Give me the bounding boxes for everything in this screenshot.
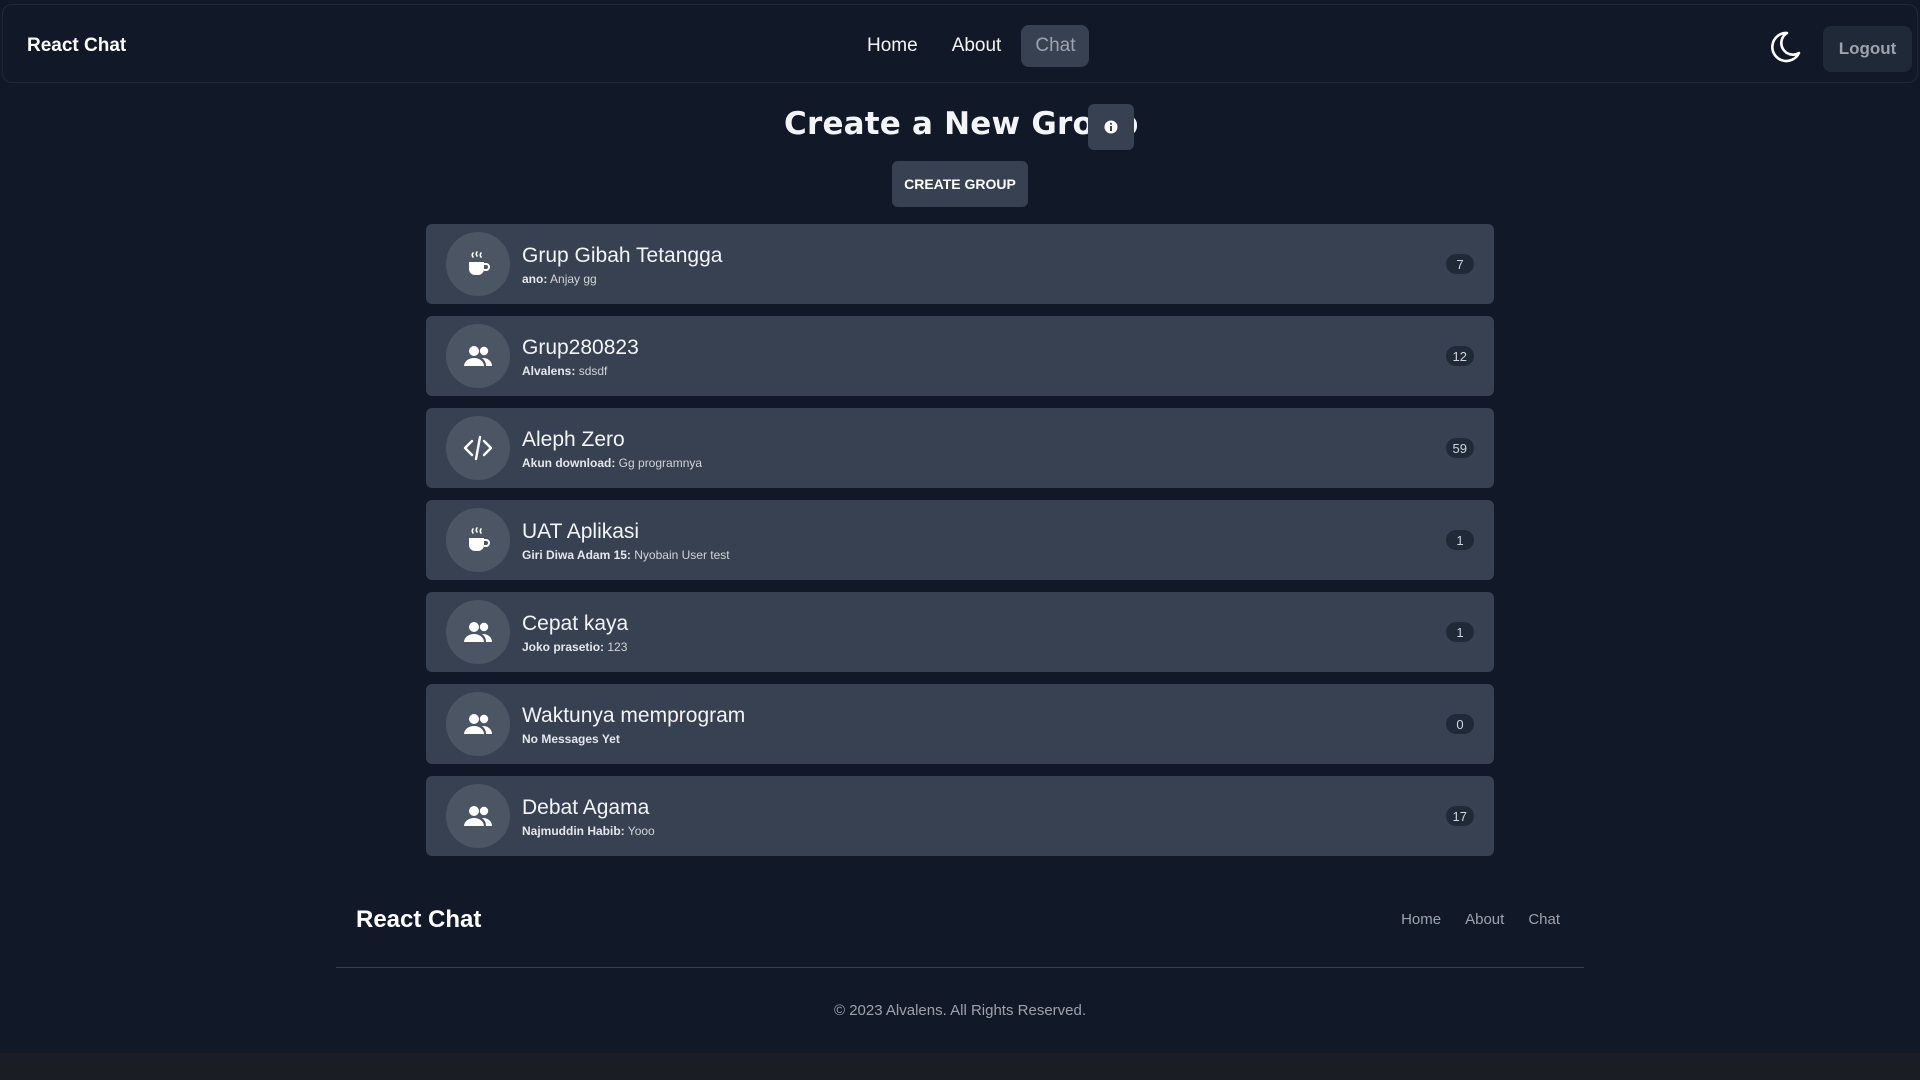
group-list: Grup Gibah Tetangga ano: Anjay gg 7 Grup… [426, 224, 1494, 868]
users-icon [446, 600, 510, 664]
users-icon [446, 324, 510, 388]
last-message-sender: Alvalens: [522, 364, 576, 378]
last-message: Giri Diwa Adam 15: Nyobain User test [522, 548, 730, 562]
copyright-text: © 2023 Alvalens. All Rights Reserved. [833, 1002, 1087, 1019]
last-message-text: sdsdf [578, 364, 608, 378]
last-message-sender: No Messages Yet [522, 732, 620, 746]
group-name: Cepat kaya [522, 612, 629, 635]
last-message: Najmuddin Habib: Yooo [522, 824, 655, 838]
create-group-button[interactable]: CREATE GROUP [892, 161, 1028, 207]
users-icon [446, 784, 510, 848]
group-item[interactable]: Grup Gibah Tetangga ano: Anjay gg 7 [426, 224, 1494, 304]
last-message-text: Nyobain User test [634, 548, 730, 562]
last-message-text: Gg programnya [618, 456, 703, 470]
last-message-sender: Akun download: [522, 456, 616, 470]
group-item[interactable]: Grup280823 Alvalens: sdsdf 12 [426, 316, 1494, 396]
group-item[interactable]: Aleph Zero Akun download: Gg programnya … [426, 408, 1494, 488]
last-message: Joko prasetio: 123 [522, 640, 627, 654]
message-count-badge: 7 [1446, 254, 1474, 274]
page-title: Create a New Group [784, 106, 1139, 142]
group-item[interactable]: Waktunya memprogram No Messages Yet 0 [426, 684, 1494, 764]
navbar: React Chat Home About Chat Logout [2, 4, 1918, 83]
message-count-badge: 17 [1445, 806, 1474, 826]
group-item[interactable]: Debat Agama Najmuddin Habib: Yooo 17 [426, 776, 1494, 856]
footer-about-link[interactable]: About [1465, 911, 1504, 928]
nav-home-link[interactable]: Home [853, 25, 932, 67]
brand-logo[interactable]: React Chat [27, 35, 126, 57]
logout-button[interactable]: Logout [1823, 26, 1912, 72]
footer-divider [336, 967, 1584, 968]
group-name: UAT Aplikasi [522, 520, 640, 543]
last-message-text: Yooo [627, 824, 655, 838]
last-message-sender: ano: [522, 272, 548, 286]
last-message-text: 123 [607, 640, 628, 654]
message-count-badge: 59 [1445, 438, 1474, 458]
last-message-sender: Giri Diwa Adam 15: [522, 548, 631, 562]
code-icon [446, 416, 510, 480]
group-item[interactable]: Cepat kaya Joko prasetio: 123 1 [426, 592, 1494, 672]
message-count-badge: 12 [1445, 346, 1474, 366]
last-message-sender: Joko prasetio: [522, 640, 605, 654]
nav-links: Home About Chat [853, 23, 1090, 69]
message-count-badge: 0 [1446, 714, 1474, 734]
coffee-icon [446, 508, 510, 572]
coffee-icon [446, 232, 510, 296]
users-icon [446, 692, 510, 756]
info-button[interactable] [1088, 104, 1134, 150]
group-name: Aleph Zero [522, 428, 625, 451]
last-message-text: Anjay gg [550, 272, 597, 286]
footer-chat-link[interactable]: Chat [1528, 911, 1560, 928]
group-name: Debat Agama [522, 796, 650, 819]
last-message: No Messages Yet [522, 732, 620, 746]
message-count-badge: 1 [1446, 530, 1474, 550]
group-name: Waktunya memprogram [522, 704, 746, 727]
last-message-sender: Najmuddin Habib: [522, 824, 625, 838]
last-message: Alvalens: sdsdf [522, 364, 607, 378]
nav-chat-link[interactable]: Chat [1021, 25, 1090, 67]
group-item[interactable]: UAT Aplikasi Giri Diwa Adam 15: Nyobain … [426, 500, 1494, 580]
footer-home-link[interactable]: Home [1401, 911, 1441, 928]
footer-links: Home About Chat [1401, 911, 1560, 928]
group-name: Grup Gibah Tetangga [522, 244, 723, 267]
moon-icon[interactable] [1767, 29, 1803, 65]
info-icon [1104, 120, 1118, 134]
last-message: Akun download: Gg programnya [522, 456, 702, 470]
footer-brand[interactable]: React Chat [356, 906, 481, 934]
message-count-badge: 1 [1446, 622, 1474, 642]
group-name: Grup280823 [522, 336, 639, 359]
nav-about-link[interactable]: About [938, 25, 1016, 67]
last-message: ano: Anjay gg [522, 272, 597, 286]
bottom-bar [0, 1053, 1920, 1080]
